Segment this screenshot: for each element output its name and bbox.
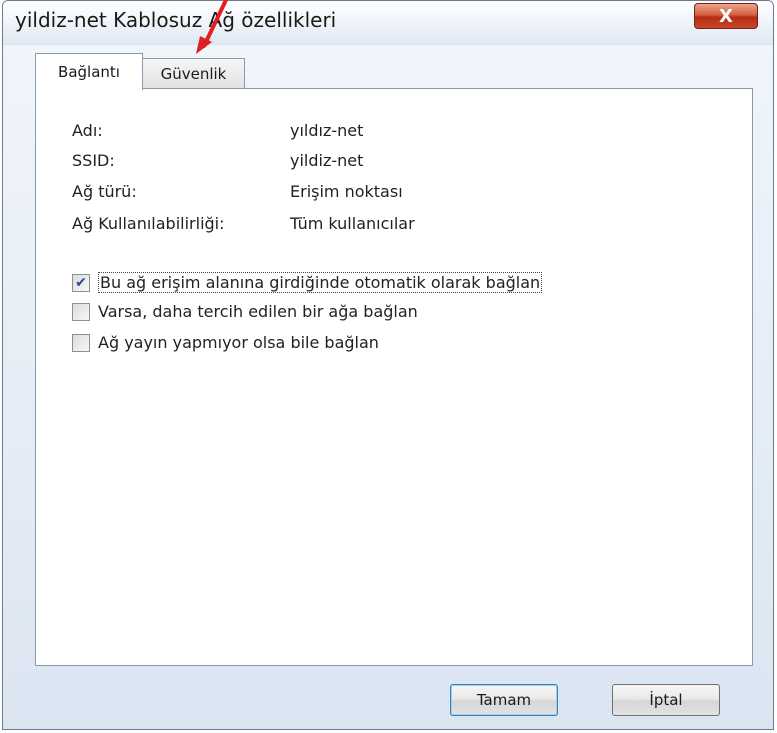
network-availability-value: Tüm kullanıcılar	[290, 214, 415, 233]
close-button[interactable]: X	[694, 3, 758, 29]
network-availability-label: Ağ Kullanılabilirliği:	[72, 214, 225, 233]
preferred-network-label: Varsa, daha tercih edilen bir ağa bağlan	[98, 302, 418, 321]
network-type-value: Erişim noktası	[290, 182, 403, 201]
cancel-button[interactable]: İptal	[612, 684, 720, 716]
network-name-value: yıldız-net	[290, 121, 364, 140]
ssid-label: SSID:	[72, 151, 115, 170]
hidden-network-checkbox[interactable]	[72, 333, 90, 352]
network-name-label: Adı:	[72, 121, 103, 140]
title-bar[interactable]: yildiz-net Kablosuz Ağ özellikleri X	[3, 1, 773, 45]
auto-connect-option[interactable]: ✔ Bu ağ erişim alanına girdiğinde otomat…	[72, 272, 543, 293]
close-icon: X	[719, 5, 733, 27]
annotation-arrow-icon	[196, 0, 228, 54]
ok-button[interactable]: Tamam	[450, 684, 558, 716]
window-title: yildiz-net Kablosuz Ağ özellikleri	[15, 8, 337, 32]
tab-guvenlik-label: Güvenlik	[160, 64, 227, 83]
hidden-network-label: Ağ yayın yapmıyor olsa bile bağlan	[98, 333, 379, 352]
hidden-network-option[interactable]: Ağ yayın yapmıyor olsa bile bağlan	[72, 333, 379, 352]
tab-panel: Adı: yıldız-net SSID: yildiz-net Ağ türü…	[35, 88, 753, 666]
network-type-label: Ağ türü:	[72, 182, 137, 201]
tab-baglanti[interactable]: Bağlantı	[35, 53, 143, 90]
preferred-network-option[interactable]: Varsa, daha tercih edilen bir ağa bağlan	[72, 302, 418, 321]
preferred-network-checkbox[interactable]	[72, 302, 90, 321]
auto-connect-label: Bu ağ erişim alanına girdiğinde otomatik…	[98, 272, 543, 293]
tab-baglanti-label: Bağlantı	[58, 63, 120, 81]
auto-connect-checkbox[interactable]: ✔	[72, 273, 90, 292]
tab-guvenlik[interactable]: Güvenlik	[143, 58, 245, 88]
properties-dialog: yildiz-net Kablosuz Ağ özellikleri X Bağ…	[2, 0, 774, 730]
ssid-value: yildiz-net	[290, 151, 364, 170]
